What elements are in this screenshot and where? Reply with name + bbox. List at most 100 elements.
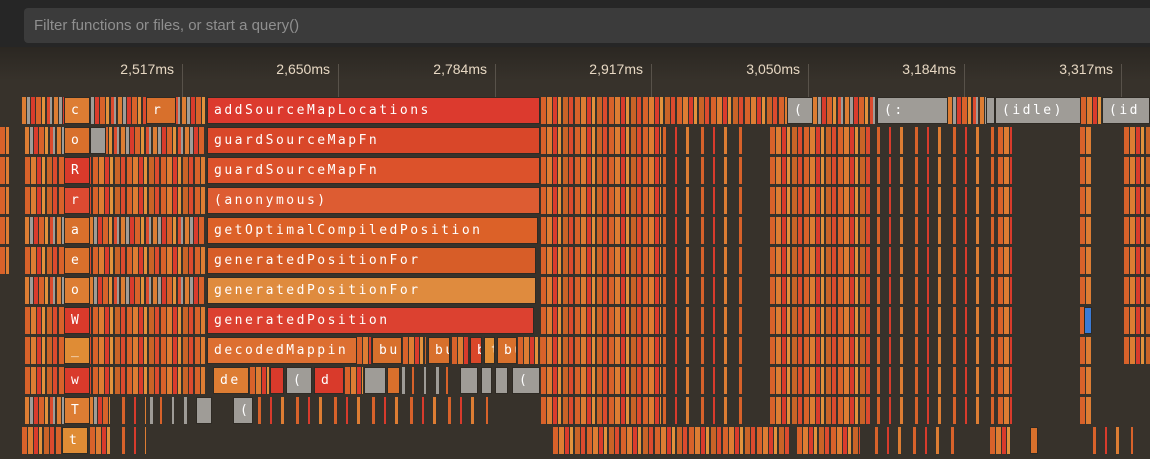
flame-frame[interactable]: o: [64, 277, 90, 304]
flame-stripe-cluster[interactable]: [1080, 127, 1092, 154]
flame-stripe-cluster[interactable]: [541, 127, 661, 154]
flame-frame[interactable]: t: [62, 427, 88, 454]
flame-stripe-cluster[interactable]: [122, 427, 146, 454]
flame-frame[interactable]: _: [64, 337, 90, 364]
flame-stripe-cluster[interactable]: [1080, 397, 1092, 424]
flame-stripe-cluster[interactable]: [541, 247, 661, 274]
flame-stripe-cluster[interactable]: [1124, 277, 1150, 304]
flame-frame[interactable]: (: [787, 97, 813, 124]
flame-frame[interactable]: [90, 127, 106, 154]
flame-stripe-cluster[interactable]: [541, 217, 661, 244]
flame-stripe-cluster[interactable]: [25, 307, 205, 334]
flame-frame[interactable]: [1030, 427, 1038, 454]
flame-frame[interactable]: d: [314, 367, 344, 394]
flame-frame[interactable]: generatedPositionFor: [207, 247, 536, 274]
flame-stripe-cluster[interactable]: [663, 247, 745, 274]
flame-frame[interactable]: R: [64, 157, 90, 184]
flame-stripe-cluster[interactable]: [663, 367, 745, 394]
flame-stripe-cluster[interactable]: [1124, 187, 1150, 214]
flame-stripe-cluster[interactable]: [25, 127, 205, 154]
flame-frame[interactable]: e: [64, 247, 90, 274]
flame-frame[interactable]: (:: [877, 97, 948, 124]
flame-stripe-cluster[interactable]: [250, 367, 269, 394]
flame-stripe-cluster[interactable]: [403, 337, 426, 364]
flame-frame[interactable]: bu: [372, 337, 402, 364]
flame-stripe-cluster[interactable]: [877, 397, 995, 424]
flame-frame[interactable]: (: [233, 397, 253, 424]
flame-stripe-cluster[interactable]: [663, 157, 745, 184]
flame-frame[interactable]: a: [64, 217, 90, 244]
flame-stripe-cluster[interactable]: [770, 307, 872, 334]
flame-stripe-cluster[interactable]: [402, 367, 458, 394]
flame-stripe-cluster[interactable]: [541, 337, 661, 364]
flame-stripe-cluster[interactable]: [1124, 217, 1150, 244]
flame-stripe-cluster[interactable]: [877, 307, 995, 334]
flame-stripe-cluster[interactable]: [25, 187, 205, 214]
flame-stripe-cluster[interactable]: [1080, 277, 1092, 304]
flame-stripe-cluster[interactable]: [22, 97, 205, 124]
flame-stripe-cluster[interactable]: [0, 217, 9, 244]
flame-frame[interactable]: guardSourceMapFn: [207, 127, 540, 154]
flame-frame[interactable]: addSourceMapLocations: [207, 97, 540, 124]
flame-stripe-cluster[interactable]: [0, 247, 9, 274]
flame-stripe-cluster[interactable]: [541, 97, 787, 124]
flame-stripe-cluster[interactable]: [1080, 187, 1092, 214]
flame-stripe-cluster[interactable]: [998, 157, 1012, 184]
flame-stripe-cluster[interactable]: [875, 427, 960, 454]
flame-stripe-cluster[interactable]: [1081, 97, 1102, 124]
flame-frame[interactable]: [1084, 307, 1092, 334]
flame-frame[interactable]: [495, 367, 508, 394]
flame-stripe-cluster[interactable]: [998, 127, 1012, 154]
flame-stripe-cluster[interactable]: [877, 187, 995, 214]
flame-stripe-cluster[interactable]: [345, 367, 363, 394]
flame-stripe-cluster[interactable]: [258, 397, 488, 424]
flame-stripe-cluster[interactable]: [25, 247, 205, 274]
flame-stripe-cluster[interactable]: [25, 337, 205, 364]
flame-frame[interactable]: T: [64, 397, 90, 424]
flame-stripe-cluster[interactable]: [663, 337, 745, 364]
flame-stripe-cluster[interactable]: [663, 397, 745, 424]
flame-graph[interactable]: craddSourceMapLocations((:(idle)(idoguar…: [0, 97, 1150, 459]
flame-stripe-cluster[interactable]: [770, 217, 872, 244]
flame-stripe-cluster[interactable]: [998, 187, 1012, 214]
flame-frame[interactable]: [270, 367, 284, 394]
flame-stripe-cluster[interactable]: [663, 127, 745, 154]
flame-stripe-cluster[interactable]: [998, 247, 1012, 274]
flame-stripe-cluster[interactable]: [770, 337, 872, 364]
flame-stripe-cluster[interactable]: [1080, 367, 1092, 394]
flame-stripe-cluster[interactable]: [770, 187, 872, 214]
flame-stripe-cluster[interactable]: [663, 217, 745, 244]
flame-stripe-cluster[interactable]: [122, 397, 146, 424]
flame-stripe-cluster[interactable]: [813, 97, 877, 124]
flame-frame[interactable]: w: [64, 367, 90, 394]
flame-stripe-cluster[interactable]: [770, 367, 872, 394]
flame-stripe-cluster[interactable]: [150, 397, 190, 424]
filter-input[interactable]: [24, 8, 1150, 43]
flame-stripe-cluster[interactable]: [0, 127, 9, 154]
flame-stripe-cluster[interactable]: [553, 427, 790, 454]
flame-stripe-cluster[interactable]: [663, 187, 745, 214]
flame-frame[interactable]: t: [484, 337, 495, 364]
flame-stripe-cluster[interactable]: [357, 337, 371, 364]
flame-frame[interactable]: de: [213, 367, 249, 394]
flame-stripe-cluster[interactable]: [541, 157, 661, 184]
flame-frame[interactable]: b: [470, 337, 482, 364]
flame-frame[interactable]: (: [286, 367, 312, 394]
flame-frame[interactable]: (anonymous): [207, 187, 540, 214]
flame-stripe-cluster[interactable]: [25, 157, 205, 184]
flame-stripe-cluster[interactable]: [998, 307, 1012, 334]
flame-stripe-cluster[interactable]: [877, 247, 995, 274]
flame-stripe-cluster[interactable]: [1080, 217, 1092, 244]
flame-stripe-cluster[interactable]: [0, 187, 9, 214]
flame-frame[interactable]: decodedMappin: [207, 337, 357, 364]
flame-frame[interactable]: r: [64, 187, 90, 214]
flame-stripe-cluster[interactable]: [770, 157, 872, 184]
flame-stripe-cluster[interactable]: [998, 337, 1012, 364]
flame-stripe-cluster[interactable]: [25, 217, 205, 244]
flame-frame[interactable]: guardSourceMapFn: [207, 157, 540, 184]
flame-frame[interactable]: [460, 367, 478, 394]
flame-stripe-cluster[interactable]: [998, 217, 1012, 244]
flame-frame[interactable]: (idle): [995, 97, 1081, 124]
flame-frame[interactable]: o: [64, 127, 90, 154]
flame-stripe-cluster[interactable]: [770, 277, 872, 304]
